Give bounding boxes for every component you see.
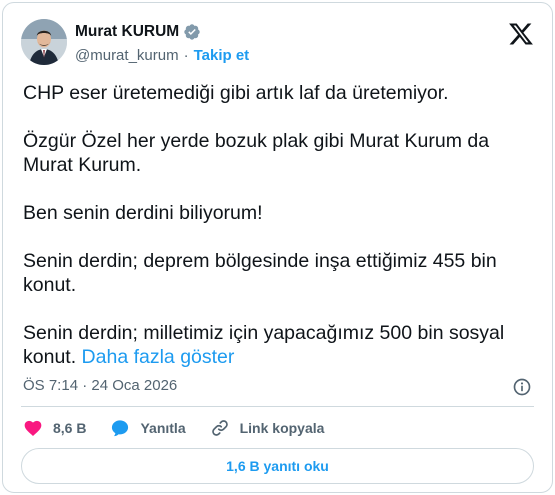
heart-icon [24,420,42,436]
x-logo-icon[interactable] [508,21,534,47]
reply-label: Yanıtla [140,420,186,436]
tweet-paragraph-3: Ben senin derdini biliyorum! [23,202,263,224]
timestamp[interactable]: ÖS 7:14 · 24 Oca 2026 [23,377,177,394]
tweet-paragraph-4: Senin derdin; deprem bölgesinde inşa ett… [23,250,503,296]
link-icon [211,420,228,436]
read-replies-button[interactable]: 1,6 B yanıtı oku [21,448,534,484]
show-more-link[interactable]: Daha fazla göster [82,346,235,368]
like-count: 8,6 B [53,420,87,436]
tweet-card: Murat KURUM @murat_kurum · Takip et CHP … [2,2,553,493]
like-button[interactable]: 8,6 B [23,418,86,438]
handle-row: @murat_kurum · Takip et [75,47,249,64]
tweet-header: Murat KURUM @murat_kurum · Takip et [21,19,534,69]
tweet-text: CHP eser üretemediği gibi artık laf da ü… [23,81,535,369]
reply-button[interactable]: Yanıtla [110,418,186,438]
display-name[interactable]: Murat KURUM [75,23,179,41]
reply-bubble-icon [112,420,129,437]
tweet-paragraph-5: Senin derdin; milletimiz için yapacağımı… [23,321,535,369]
avatar-image [21,19,67,65]
tweet-paragraph-1: CHP eser üretemediği gibi artık laf da ü… [23,82,449,104]
separator: · [183,47,189,64]
divider [21,406,534,407]
copy-link-button[interactable]: Link kopyala [210,418,325,438]
copy-link-label: Link kopyala [239,420,325,436]
avatar[interactable] [21,19,67,65]
name-row: Murat KURUM [75,23,201,41]
handle[interactable]: @murat_kurum [75,47,179,64]
info-icon[interactable] [512,377,532,397]
tweet-paragraph-2: Özgür Özel her yerde bozuk plak gibi Mur… [23,130,495,176]
action-bar: 8,6 B Yanıtla Link kopyala [23,417,348,439]
verified-badge-icon [184,24,200,40]
follow-button[interactable]: Takip et [194,47,250,64]
